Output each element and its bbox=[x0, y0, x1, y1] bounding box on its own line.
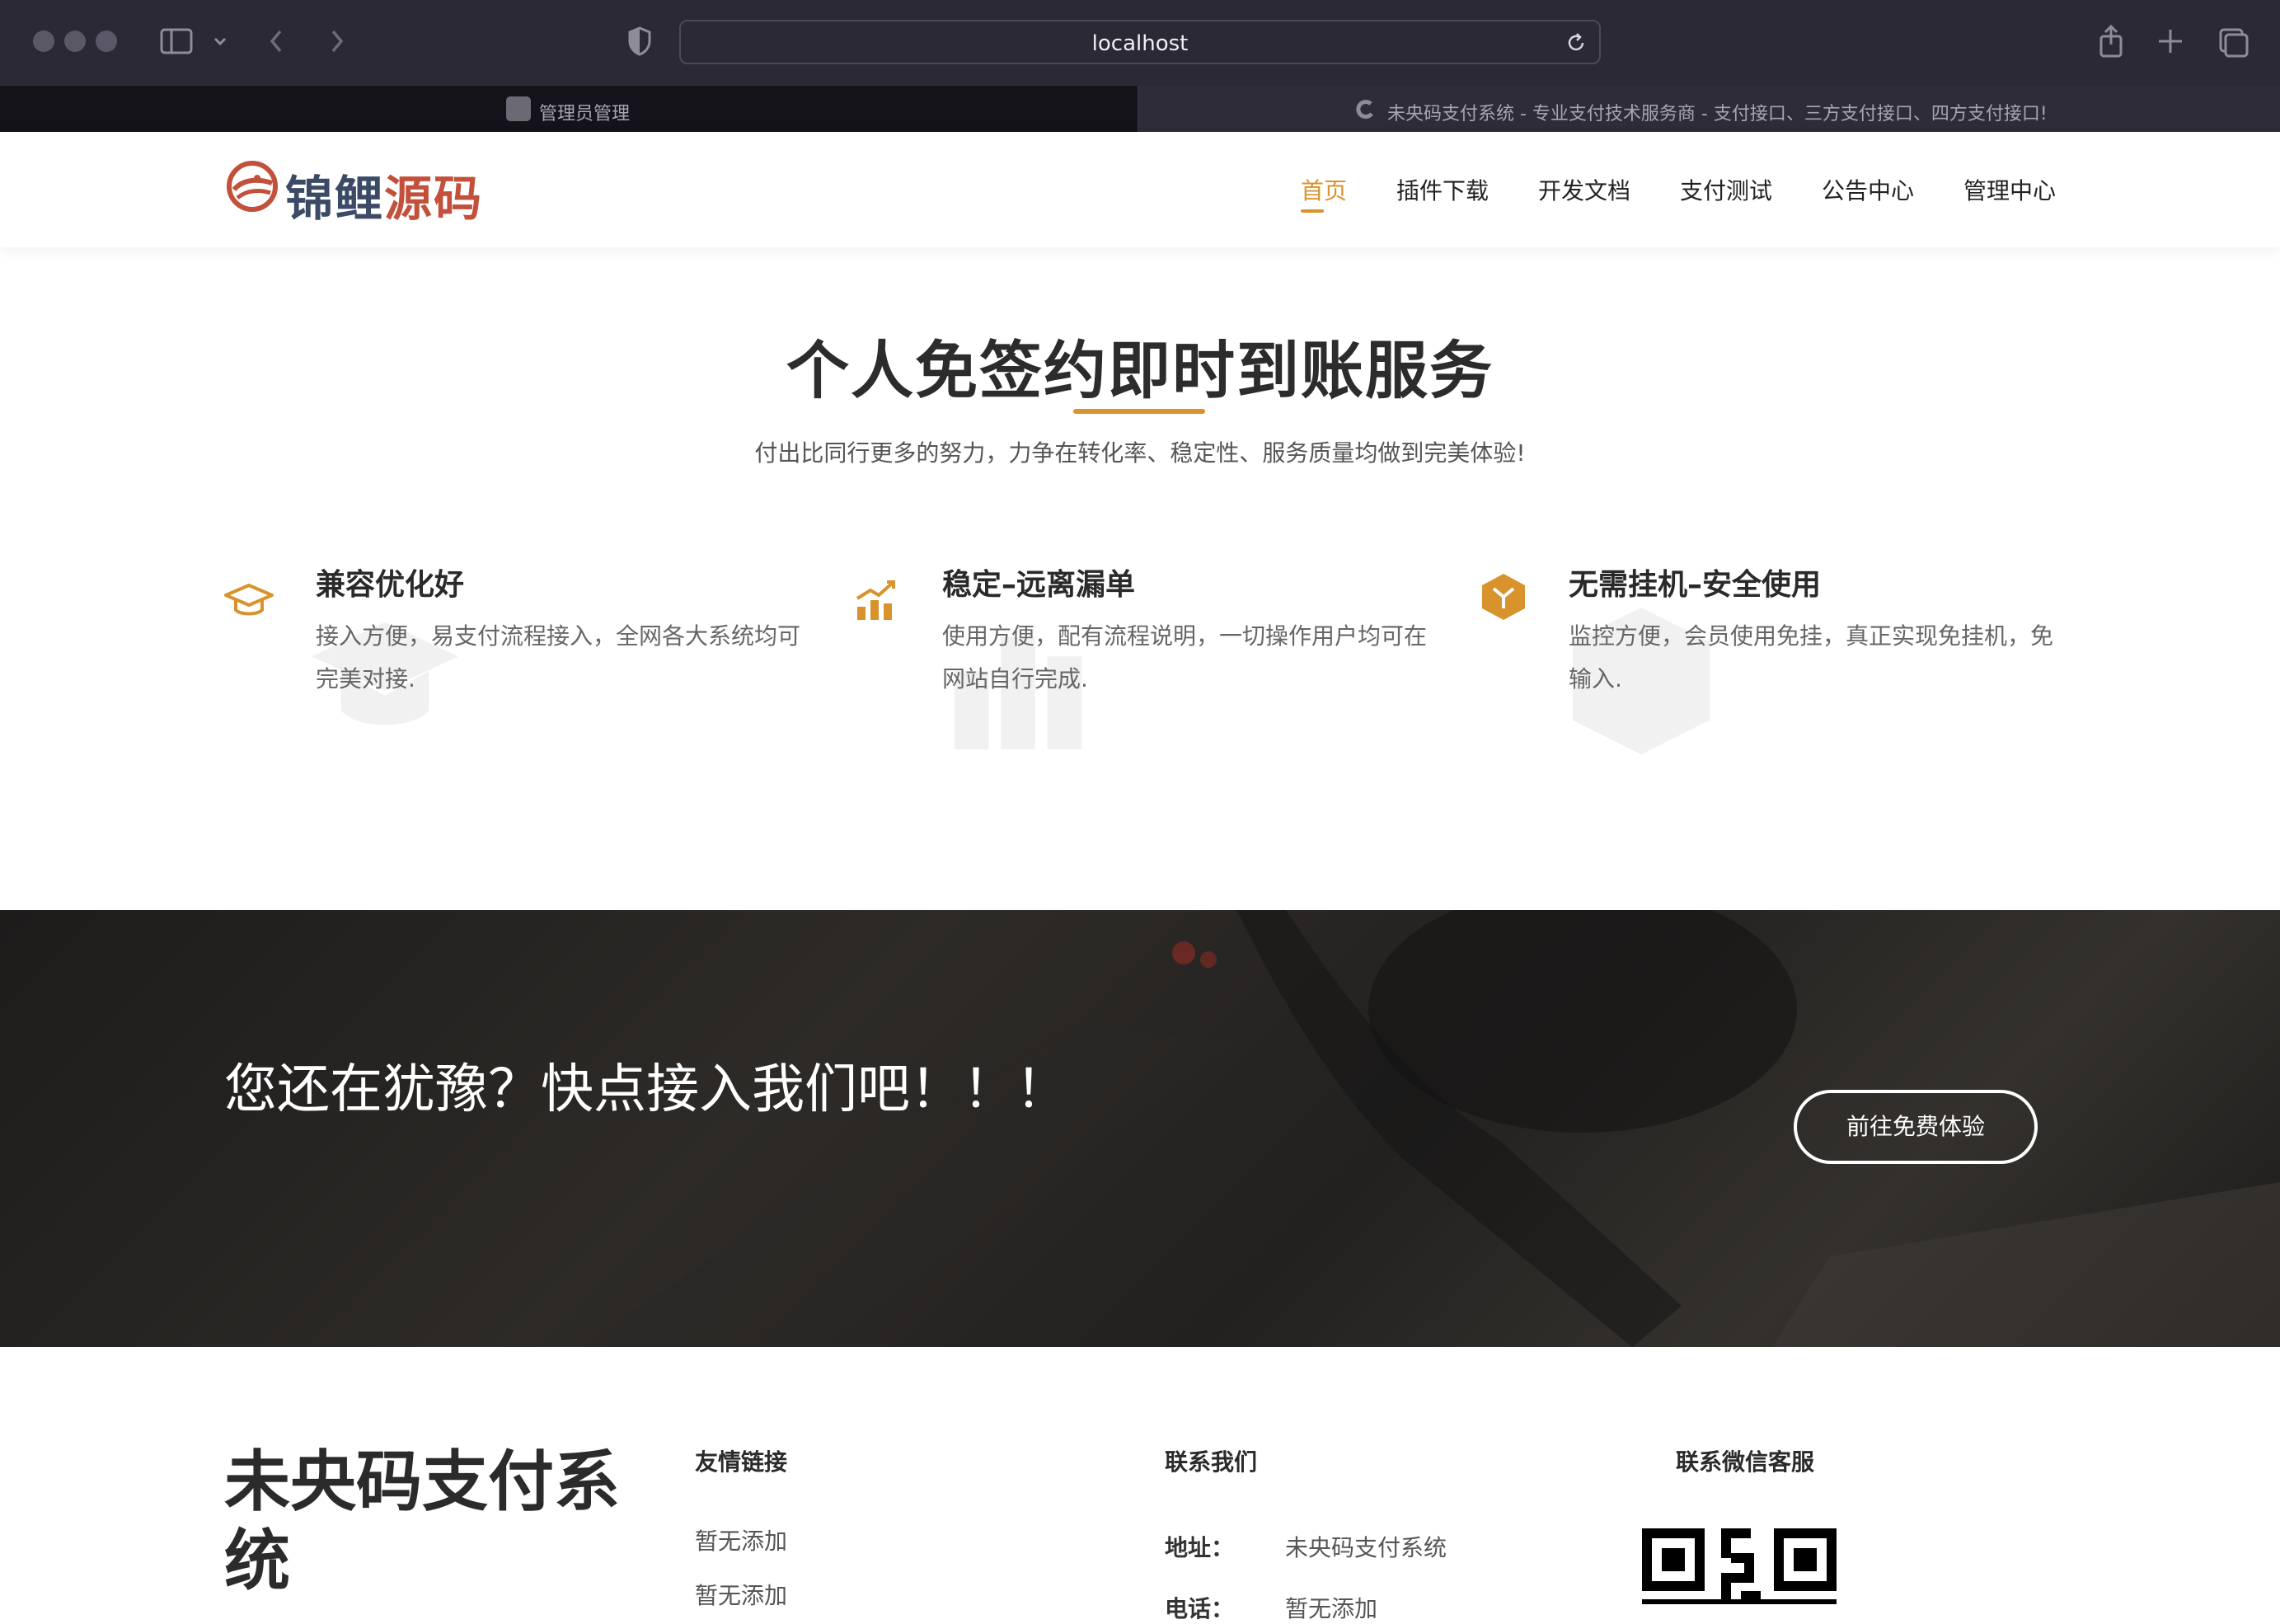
cta-text: 您还在犹豫？快点接入我们吧！！！ bbox=[224, 1059, 1068, 1120]
tab-label: 管理员管理 bbox=[539, 104, 631, 124]
feature-description: 使用方便，配有流程说明，一切操作用户均可在网站自行完成. bbox=[942, 622, 1428, 692]
nav-plugin-download[interactable]: 插件下载 bbox=[1396, 173, 1489, 206]
nav-admin-center[interactable]: 管理中心 bbox=[1963, 173, 2056, 206]
nav-payment-test[interactable]: 支付测试 bbox=[1680, 173, 1772, 206]
address-label: 地址： bbox=[1165, 1534, 1235, 1561]
tab-overview-icon[interactable] bbox=[2217, 23, 2250, 59]
tab-label: 未央码支付系统 - 专业支付技术服务商 - 支付接口、三方支付接口、四方支付接口… bbox=[1387, 104, 2048, 124]
bar-chart-icon bbox=[856, 580, 895, 620]
reload-icon[interactable] bbox=[1565, 31, 1588, 54]
wechat-qr-code bbox=[1642, 1528, 1837, 1604]
shield-icon[interactable] bbox=[626, 23, 653, 59]
tab-payment-system[interactable]: 未央码支付系统 - 专业支付技术服务商 - 支付接口、三方支付接口、四方支付接口… bbox=[1138, 86, 2280, 132]
tab-favicon-icon bbox=[506, 96, 531, 121]
feature-description: 监控方便，会员使用免挂，真正实现免挂机，免输入. bbox=[1569, 622, 2054, 692]
new-tab-icon[interactable] bbox=[2156, 23, 2184, 59]
cta-banner: 您还在犹豫？快点接入我们吧！！！ 前往免费体验 bbox=[0, 910, 2280, 1347]
feature-title: 兼容优化好 bbox=[316, 568, 465, 602]
feature-description: 接入方便，易支付流程接入，全网各大系统均可完美对接. bbox=[316, 622, 801, 692]
tab-bar: 管理员管理 未央码支付系统 - 专业支付技术服务商 - 支付接口、三方支付接口、… bbox=[0, 86, 2280, 132]
feature-title: 稳定–远离漏单 bbox=[942, 568, 1136, 602]
close-window-button[interactable] bbox=[33, 31, 54, 52]
logo-part-2: 源码 bbox=[384, 171, 484, 227]
title-divider bbox=[1073, 409, 1205, 414]
friend-links-heading: 友情链接 bbox=[695, 1448, 788, 1476]
tab-favicon-icon bbox=[1356, 100, 1373, 119]
phone-label: 电话： bbox=[1165, 1595, 1235, 1622]
address-bar[interactable]: localhost bbox=[679, 20, 1601, 64]
box-icon bbox=[1482, 574, 1525, 620]
logo-icon[interactable] bbox=[224, 158, 280, 214]
sidebar-toggle-icon[interactable] bbox=[160, 23, 193, 59]
feature-title: 无需挂机–安全使用 bbox=[1569, 568, 1822, 602]
friend-link[interactable]: 暂无添加 bbox=[695, 1578, 787, 1611]
nav-active-indicator bbox=[1301, 209, 1324, 213]
footer-brand: 未央码支付系统 bbox=[224, 1443, 620, 1599]
services-subtitle: 付出比同行更多的努力，力争在转化率、稳定性、服务质量均做到完美体验! bbox=[754, 439, 1526, 467]
phone-value: 暂无添加 bbox=[1285, 1595, 1378, 1622]
back-icon[interactable] bbox=[265, 23, 289, 59]
contact-heading: 联系我们 bbox=[1165, 1448, 1258, 1476]
free-trial-button[interactable]: 前往免费体验 bbox=[1794, 1090, 2038, 1164]
wechat-heading: 联系微信客服 bbox=[1676, 1448, 1815, 1476]
tab-admin[interactable]: 管理员管理 bbox=[0, 86, 1138, 132]
chevron-down-icon[interactable] bbox=[211, 23, 229, 59]
graduation-cap-icon bbox=[224, 584, 274, 616]
nav-dev-docs[interactable]: 开发文档 bbox=[1538, 173, 1630, 206]
friend-link[interactable]: 暂无添加 bbox=[695, 1523, 787, 1556]
site-header: 锦鲤源码 首页 插件下载 开发文档 支付测试 公告中心 管理中心 bbox=[0, 132, 2280, 247]
minimize-window-button[interactable] bbox=[64, 31, 86, 52]
logo-part-1: 锦鲤 bbox=[285, 171, 385, 227]
zoom-window-button[interactable] bbox=[96, 31, 117, 52]
share-icon[interactable] bbox=[2097, 23, 2125, 59]
forward-icon[interactable] bbox=[325, 23, 348, 59]
services-title: 个人免签约即时到账服务 bbox=[786, 334, 1494, 407]
browser-toolbar: localhost bbox=[0, 0, 2280, 87]
address-value: 未央码支付系统 bbox=[1285, 1534, 1447, 1561]
logo-text[interactable]: 锦鲤源码 bbox=[285, 160, 483, 229]
nav-home[interactable]: 首页 bbox=[1301, 173, 1347, 206]
address-text: localhost bbox=[1091, 31, 1189, 56]
nav-announcements[interactable]: 公告中心 bbox=[1822, 173, 1914, 206]
